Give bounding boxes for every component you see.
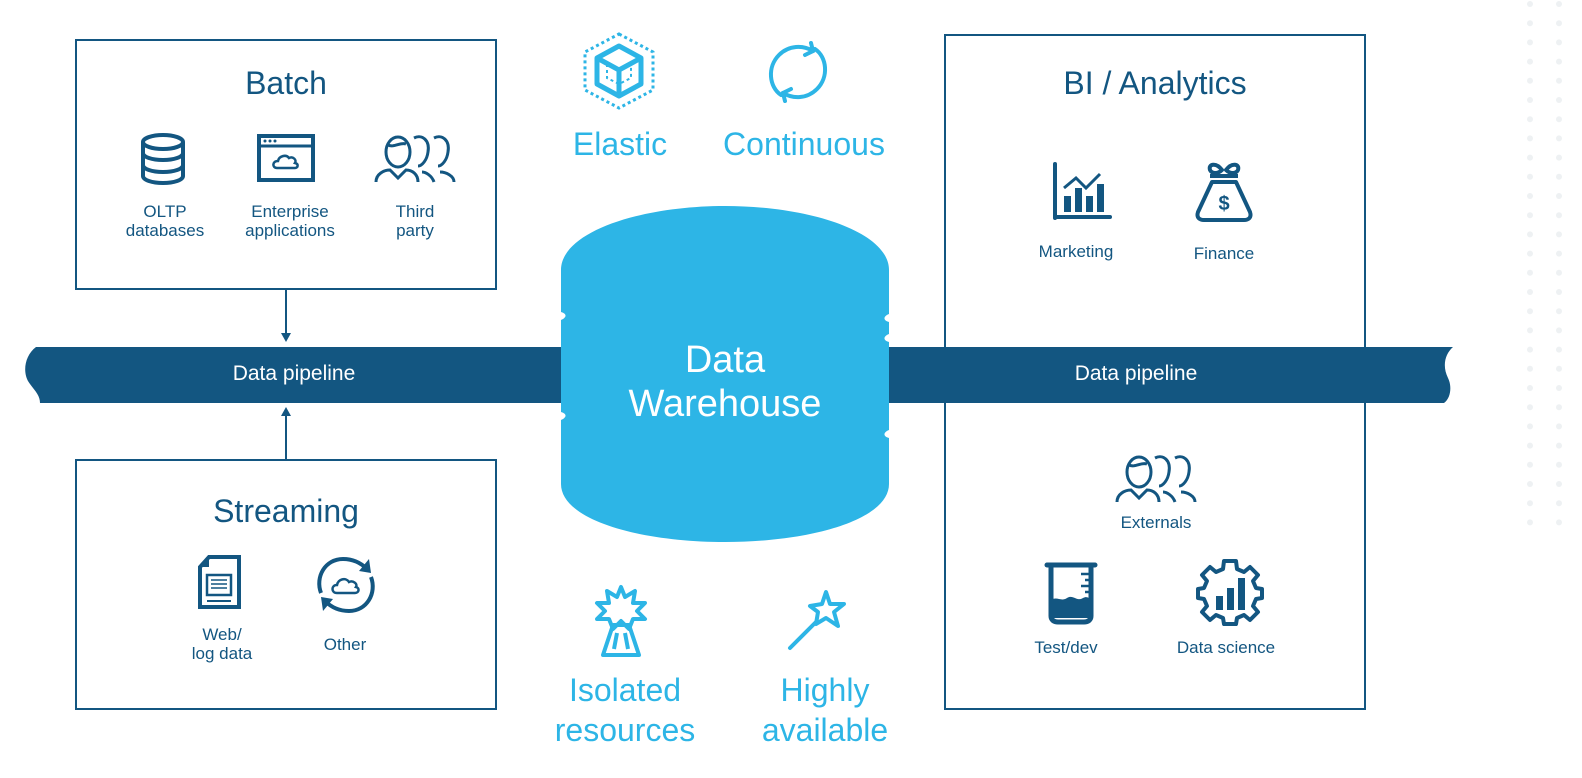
bar-chart-icon [1053,162,1112,220]
streaming-box: Streaming Web/log data Other [75,459,497,710]
left-pipeline-label: Data pipeline [232,362,356,385]
batch-item-enterprise-label: Enterprise applications [245,202,335,240]
bi-item-test-dev-label: Test/dev [1034,638,1098,657]
bi-analytics-title: BI / Analytics [1063,65,1247,101]
streaming-to-pipeline-arrow [281,407,291,459]
isolated-burst-icon [595,585,647,657]
gear-chart-icon [1196,559,1264,626]
database-icon [141,133,185,186]
feature-elastic-label: Elastic [572,126,668,162]
feature-continuous-label: Continuous [723,126,885,162]
bi-item-externals-label: Externals [1120,513,1192,532]
feature-isolated-resources-label: Isolated resources [554,672,696,748]
bi-item-finance-label: Finance [1193,244,1255,263]
batch-to-pipeline-arrow [281,289,291,342]
document-icon [198,555,241,609]
people-group-icon [1115,455,1197,503]
batch-item-third-party-label: Third party [395,202,435,240]
batch-item-oltp-label: OLTP databases [125,202,205,240]
svg-text:$: $ [1218,193,1229,215]
elastic-cube-icon [583,32,655,110]
money-bag-icon: $ [1195,162,1253,222]
feature-highly-available-label: Highly available [761,672,889,748]
refresh-cycle-icon [769,41,827,103]
browser-cloud-icon [257,134,315,182]
bi-analytics-box: BI / Analytics $ Marketing Finance Exter… [944,34,1366,710]
batch-box: Batch OLTP databases Enterprise applicati [75,39,497,290]
streaming-item-web-log-label: Web/log data [191,625,253,663]
cloud-sync-icon [317,556,375,614]
beaker-icon [1044,562,1098,625]
batch-title: Batch [245,65,327,101]
magic-wand-icon [788,590,846,650]
data-warehouse-label: Data Warehouse [628,339,822,425]
people-group-icon [374,135,456,183]
bi-item-data-science-label: Data science [1176,638,1276,657]
bi-item-marketing-label: Marketing [1038,242,1114,261]
streaming-title: Streaming [213,493,359,529]
streaming-item-other-label: Other [323,635,367,654]
